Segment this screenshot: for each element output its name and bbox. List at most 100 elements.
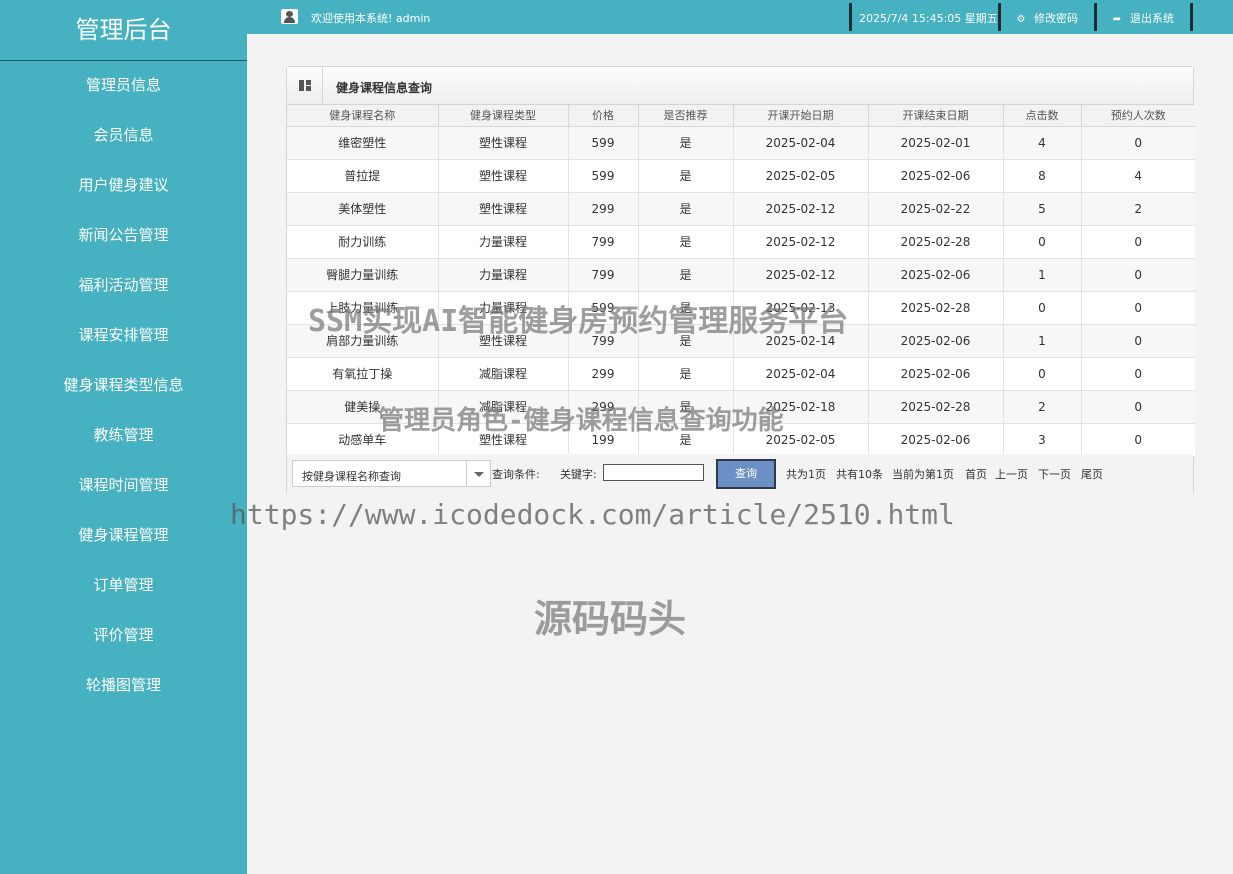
column-header[interactable]: 是否推荐 xyxy=(638,105,734,127)
table-cell: 1 xyxy=(1003,324,1082,358)
column-header[interactable]: 开课结束日期 xyxy=(868,105,1004,127)
table-cell: 2025-02-18 xyxy=(733,390,869,424)
sidebar-item-admin-info[interactable]: 管理员信息 xyxy=(0,61,247,111)
share-arrow-icon: ➦ xyxy=(1112,14,1122,25)
sidebar-item-fitness-advice[interactable]: 用户健身建议 xyxy=(0,161,247,211)
table-row[interactable]: 普拉提 塑性课程 599 是 2025-02-05 2025-02-06 8 4 xyxy=(287,159,1195,193)
table-cell: 799 xyxy=(568,225,639,259)
table-cell: 599 xyxy=(568,126,639,160)
sidebar-item-course-type[interactable]: 健身课程类型信息 xyxy=(0,361,247,411)
divider xyxy=(1190,3,1193,31)
divider xyxy=(1094,3,1097,31)
column-header[interactable]: 价格 xyxy=(568,105,639,127)
keyword-input[interactable] xyxy=(603,464,704,481)
table-cell: 0 xyxy=(1081,423,1195,457)
sidebar-item-coach[interactable]: 教练管理 xyxy=(0,411,247,461)
table-cell: 塑性课程 xyxy=(438,126,569,160)
table-cell: 力量课程 xyxy=(438,291,569,325)
change-password-link[interactable]: ⚙ 修改密码 xyxy=(1014,10,1078,26)
current-page: 当前为第1页 xyxy=(892,468,954,481)
table-cell: 2025-02-06 xyxy=(868,159,1004,193)
sidebar-item-orders[interactable]: 订单管理 xyxy=(0,561,247,611)
course-table: 健身课程名称 健身课程类型 价格 是否推荐 开课开始日期 开课结束日期 点击数 … xyxy=(287,105,1195,457)
table-row[interactable]: 美体塑性 塑性课程 299 是 2025-02-12 2025-02-22 5 2 xyxy=(287,192,1195,226)
table-cell: 2025-02-22 xyxy=(868,192,1004,226)
table-cell: 臀腿力量训练 xyxy=(287,258,439,292)
course-panel: 健身课程信息查询 健身课程名称 健身课程类型 价格 是否推荐 开课开始日期 开课… xyxy=(286,66,1195,494)
table-cell: 799 xyxy=(568,324,639,358)
table-cell: 299 xyxy=(568,357,639,391)
table-row[interactable]: 健美操 减脂课程 299 是 2025-02-18 2025-02-28 2 0 xyxy=(287,390,1195,424)
table-cell: 2025-02-28 xyxy=(868,291,1004,325)
table-cell: 动感单车 xyxy=(287,423,439,457)
table-header-row: 健身课程名称 健身课程类型 价格 是否推荐 开课开始日期 开课结束日期 点击数 … xyxy=(287,105,1195,127)
table-cell: 2025-02-04 xyxy=(733,357,869,391)
table-cell: 299 xyxy=(568,192,639,226)
first-page-link[interactable]: 首页 xyxy=(965,466,987,482)
column-header[interactable]: 预约人次数 xyxy=(1081,105,1195,127)
table-cell: 0 xyxy=(1003,225,1082,259)
keyword-label: 关键字: xyxy=(560,468,597,481)
table-cell: 199 xyxy=(568,423,639,457)
table-cell: 2025-02-06 xyxy=(868,357,1004,391)
sidebar-item-welfare[interactable]: 福利活动管理 xyxy=(0,261,247,311)
table-cell: 2 xyxy=(1081,192,1195,226)
chevron-down-icon[interactable] xyxy=(466,461,490,486)
table-cell: 塑性课程 xyxy=(438,324,569,358)
table-cell: 0 xyxy=(1081,390,1195,424)
search-field-select[interactable]: 按健身课程名称查询 xyxy=(292,460,491,487)
search-pagination-bar: 按健身课程名称查询 查询条件: 关键字: 查询 共为1页 共有10条 当前为第1… xyxy=(287,454,1193,494)
change-password-label: 修改密码 xyxy=(1034,12,1078,25)
table-cell: 3 xyxy=(1003,423,1082,457)
sidebar-menu: 管理员信息 会员信息 用户健身建议 新闻公告管理 福利活动管理 课程安排管理 健… xyxy=(0,61,247,711)
sidebar-item-carousel[interactable]: 轮播图管理 xyxy=(0,661,247,711)
sidebar-item-course[interactable]: 健身课程管理 xyxy=(0,511,247,561)
sidebar-item-member-info[interactable]: 会员信息 xyxy=(0,111,247,161)
table-cell: 普拉提 xyxy=(287,159,439,193)
table-row[interactable]: 肩部力量训练 塑性课程 799 是 2025-02-14 2025-02-06 1 0 xyxy=(287,324,1195,358)
search-button[interactable]: 查询 xyxy=(716,459,776,489)
column-header[interactable]: 健身课程名称 xyxy=(287,105,439,127)
table-cell: 减脂课程 xyxy=(438,390,569,424)
table-cell: 是 xyxy=(638,225,734,259)
sidebar-item-schedule[interactable]: 课程安排管理 xyxy=(0,311,247,361)
panel-header: 健身课程信息查询 xyxy=(287,67,1193,105)
table-cell: 799 xyxy=(568,258,639,292)
column-header[interactable]: 开课开始日期 xyxy=(733,105,869,127)
total-items: 共有10条 xyxy=(836,468,883,481)
next-page-link[interactable]: 下一页 xyxy=(1038,466,1071,482)
table-row[interactable]: 动感单车 塑性课程 199 是 2025-02-05 2025-02-06 3 0 xyxy=(287,423,1195,457)
last-page-link[interactable]: 尾页 xyxy=(1081,466,1103,482)
table-cell: 8 xyxy=(1003,159,1082,193)
table-cell: 4 xyxy=(1003,126,1082,160)
table-cell: 2025-02-14 xyxy=(733,324,869,358)
table-cell: 是 xyxy=(638,126,734,160)
table-row[interactable]: 有氧拉丁操 减脂课程 299 是 2025-02-04 2025-02-06 0 0 xyxy=(287,357,1195,391)
sidebar-item-news[interactable]: 新闻公告管理 xyxy=(0,211,247,261)
sidebar-item-reviews[interactable]: 评价管理 xyxy=(0,611,247,661)
table-cell: 2025-02-06 xyxy=(868,423,1004,457)
table-cell: 2025-02-12 xyxy=(733,258,869,292)
column-header[interactable]: 健身课程类型 xyxy=(438,105,569,127)
table-cell: 是 xyxy=(638,192,734,226)
table-row[interactable]: 维密塑性 塑性课程 599 是 2025-02-04 2025-02-01 4 0 xyxy=(287,126,1195,160)
table-cell: 健美操 xyxy=(287,390,439,424)
table-row[interactable]: 上肢力量训练 力量课程 599 是 2025-02-13 2025-02-28 0 0 xyxy=(287,291,1195,325)
table-cell: 2025-02-28 xyxy=(868,390,1004,424)
table-cell: 2025-02-12 xyxy=(733,192,869,226)
table-row[interactable]: 臀腿力量训练 力量课程 799 是 2025-02-12 2025-02-06 1 0 xyxy=(287,258,1195,292)
logout-link[interactable]: ➦ 退出系统 xyxy=(1110,10,1174,26)
table-cell: 肩部力量训练 xyxy=(287,324,439,358)
sidebar-item-course-time[interactable]: 课程时间管理 xyxy=(0,461,247,511)
table-cell: 是 xyxy=(638,291,734,325)
gear-icon: ⚙ xyxy=(1016,14,1026,25)
table-row[interactable]: 耐力训练 力量课程 799 是 2025-02-12 2025-02-28 0 0 xyxy=(287,225,1195,259)
divider xyxy=(998,3,1001,31)
panel-title: 健身课程信息查询 xyxy=(336,81,433,95)
table-cell: 2025-02-06 xyxy=(868,324,1004,358)
table-cell: 是 xyxy=(638,423,734,457)
table-cell: 4 xyxy=(1081,159,1195,193)
column-header[interactable]: 点击数 xyxy=(1003,105,1082,127)
table-cell: 2025-02-12 xyxy=(733,225,869,259)
prev-page-link[interactable]: 上一页 xyxy=(995,466,1028,482)
